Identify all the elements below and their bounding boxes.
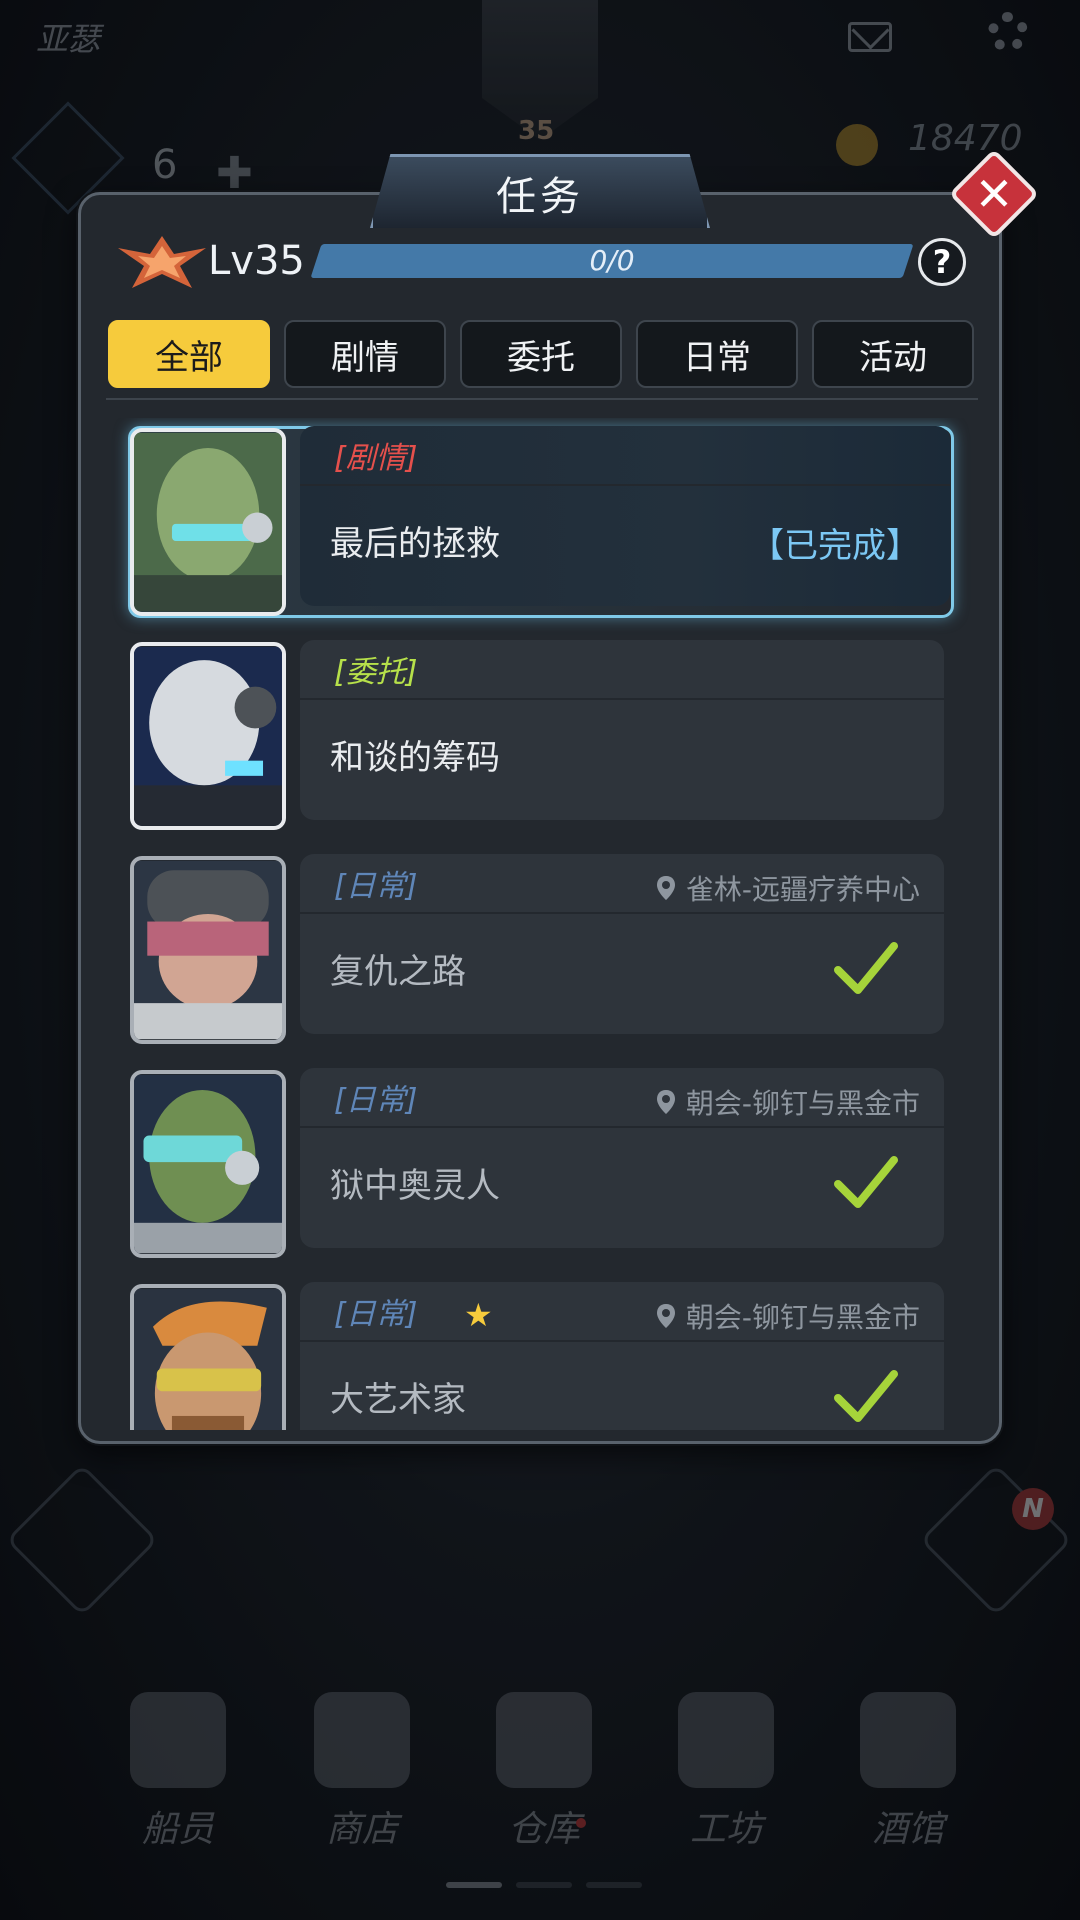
quest-giver-portrait xyxy=(130,642,286,830)
quest-giver-portrait xyxy=(130,1284,286,1430)
quest-location-text: 朝会-铆钉与黑金市 xyxy=(685,1301,920,1334)
close-icon: ✕ xyxy=(974,167,1014,221)
quest-giver-portrait xyxy=(130,428,286,616)
quest-row[interactable]: [日常] 雀林-远疆疗养中心 复仇之路 xyxy=(104,846,980,1044)
quest-status: 【已完成】 xyxy=(750,526,920,566)
quest-row[interactable]: [日常] 朝会-铆钉与黑金市 狱中奥灵人 xyxy=(104,1060,980,1258)
quest-category: [委托] xyxy=(300,640,944,700)
tab-story[interactable]: 剧情 xyxy=(284,320,446,388)
progress-text: 0/0 xyxy=(589,244,635,277)
quest-card: [剧情] 最后的拯救 【已完成】 xyxy=(300,426,950,606)
help-button[interactable]: ? xyxy=(918,238,966,286)
check-icon xyxy=(834,942,898,994)
quest-location-text: 朝会-铆钉与黑金市 xyxy=(685,1087,920,1120)
quest-row[interactable]: [剧情] 最后的拯救 【已完成】 xyxy=(104,418,980,618)
quest-location-text: 雀林-远疆疗养中心 xyxy=(685,873,920,906)
quest-location: 朝会-铆钉与黑金市 xyxy=(656,1296,920,1336)
location-pin-icon xyxy=(656,876,675,900)
quest-name: 和谈的筹码 xyxy=(330,738,500,778)
panel-title: 任务 xyxy=(370,154,710,228)
player-level: Lv35 xyxy=(208,238,305,284)
quest-card: [委托] 和谈的筹码 xyxy=(300,640,944,820)
check-icon xyxy=(834,1370,898,1422)
tab-daily[interactable]: 日常 xyxy=(636,320,798,388)
star-icon: ★ xyxy=(464,1296,493,1334)
divider xyxy=(106,398,978,400)
quest-list[interactable]: [剧情] 最后的拯救 【已完成】 [委托] 和谈的筹码 [日常] 雀林-远疆疗养… xyxy=(104,418,980,1430)
quest-row[interactable]: [日常] ★ 朝会-铆钉与黑金市 大艺术家 xyxy=(104,1274,980,1430)
quest-giver-portrait xyxy=(130,856,286,1044)
quest-card: [日常] ★ 朝会-铆钉与黑金市 大艺术家 xyxy=(300,1282,944,1430)
quest-giver-portrait xyxy=(130,1070,286,1258)
quest-row[interactable]: [委托] 和谈的筹码 xyxy=(104,632,980,830)
quest-card: [日常] 朝会-铆钉与黑金市 狱中奥灵人 xyxy=(300,1068,944,1248)
check-icon xyxy=(834,1156,898,1208)
rank-emblem-icon xyxy=(118,236,206,288)
location-pin-icon xyxy=(656,1304,675,1328)
quest-location: 雀林-远疆疗养中心 xyxy=(656,868,920,908)
tab-commission[interactable]: 委托 xyxy=(460,320,622,388)
quest-location: 朝会-铆钉与黑金市 xyxy=(656,1082,920,1122)
tab-event[interactable]: 活动 xyxy=(812,320,974,388)
quest-tabs: 全部 剧情 委托 日常 活动 xyxy=(108,320,974,388)
tab-all[interactable]: 全部 xyxy=(108,320,270,388)
location-pin-icon xyxy=(656,1090,675,1114)
quest-card: [日常] 雀林-远疆疗养中心 复仇之路 xyxy=(300,854,944,1034)
quest-category: [剧情] xyxy=(300,426,950,486)
